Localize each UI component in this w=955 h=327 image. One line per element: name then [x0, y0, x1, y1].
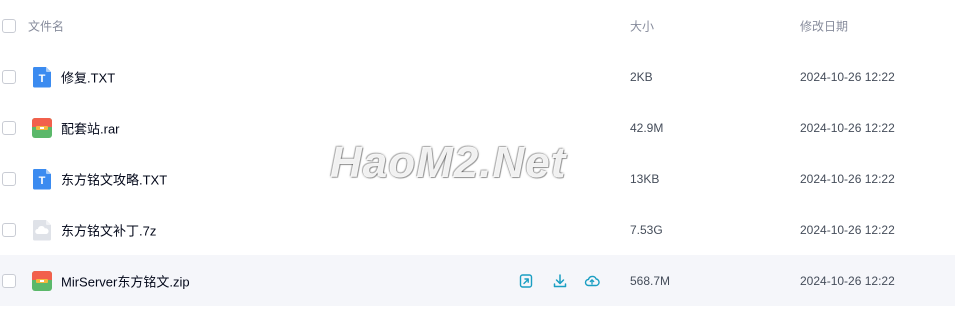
row-checkbox[interactable] [2, 222, 16, 237]
txt-file-icon: T [32, 66, 51, 87]
file-list-table: 文件名 大小 修改日期 T 修复.TXT 2KB 2024-10-26 12:2… [0, 0, 955, 306]
file-size: 2KB [630, 69, 653, 84]
download-icon[interactable] [552, 273, 568, 289]
file-name[interactable]: 东方铭文补丁.7z [61, 220, 156, 239]
file-date: 2024-10-26 12:22 [800, 120, 895, 135]
file-date: 2024-10-26 12:22 [800, 171, 895, 186]
row-checkbox[interactable] [2, 171, 16, 186]
txt-file-icon: T [32, 168, 51, 189]
row-checkbox[interactable] [2, 69, 16, 84]
file-row[interactable]: T 东方铭文攻略.TXT 13KB 2024-10-26 12:22 [0, 153, 955, 204]
column-header-size[interactable]: 大小 [630, 17, 654, 34]
row-checkbox[interactable] [2, 120, 16, 135]
file-row[interactable]: 东方铭文补丁.7z 7.53G 2024-10-26 12:22 [0, 204, 955, 255]
share-icon[interactable] [518, 273, 534, 289]
file-name[interactable]: MirServer东方铭文.zip [61, 271, 190, 290]
file-row[interactable]: T 修复.TXT 2KB 2024-10-26 12:22 [0, 51, 955, 102]
svg-text:T: T [39, 175, 46, 187]
file-size: 13KB [630, 171, 660, 186]
file-size: 42.9M [630, 120, 664, 135]
file-name[interactable]: 配套站.rar [61, 118, 120, 137]
archive-file-icon [32, 270, 52, 291]
file-row[interactable]: MirServer东方铭文.zip 568.7M 2024-10-26 12:2… [0, 255, 955, 306]
file-date: 2024-10-26 12:22 [800, 273, 895, 288]
file-size: 7.53G [630, 222, 663, 237]
select-all-checkbox[interactable] [2, 18, 16, 33]
file-name[interactable]: 修复.TXT [61, 67, 115, 86]
cloud-upload-icon[interactable] [584, 273, 600, 289]
row-checkbox[interactable] [2, 273, 16, 288]
unknown-file-icon [32, 219, 51, 240]
file-list-header: 文件名 大小 修改日期 [0, 0, 955, 51]
file-row[interactable]: 配套站.rar 42.9M 2024-10-26 12:22 [0, 102, 955, 153]
file-date: 2024-10-26 12:22 [800, 69, 895, 84]
column-header-date[interactable]: 修改日期 [800, 17, 848, 34]
file-name[interactable]: 东方铭文攻略.TXT [61, 169, 167, 188]
file-date: 2024-10-26 12:22 [800, 222, 895, 237]
file-size: 568.7M [630, 273, 671, 288]
archive-file-icon [32, 117, 52, 138]
column-header-name[interactable]: 文件名 [28, 17, 64, 34]
svg-text:T: T [39, 73, 46, 85]
